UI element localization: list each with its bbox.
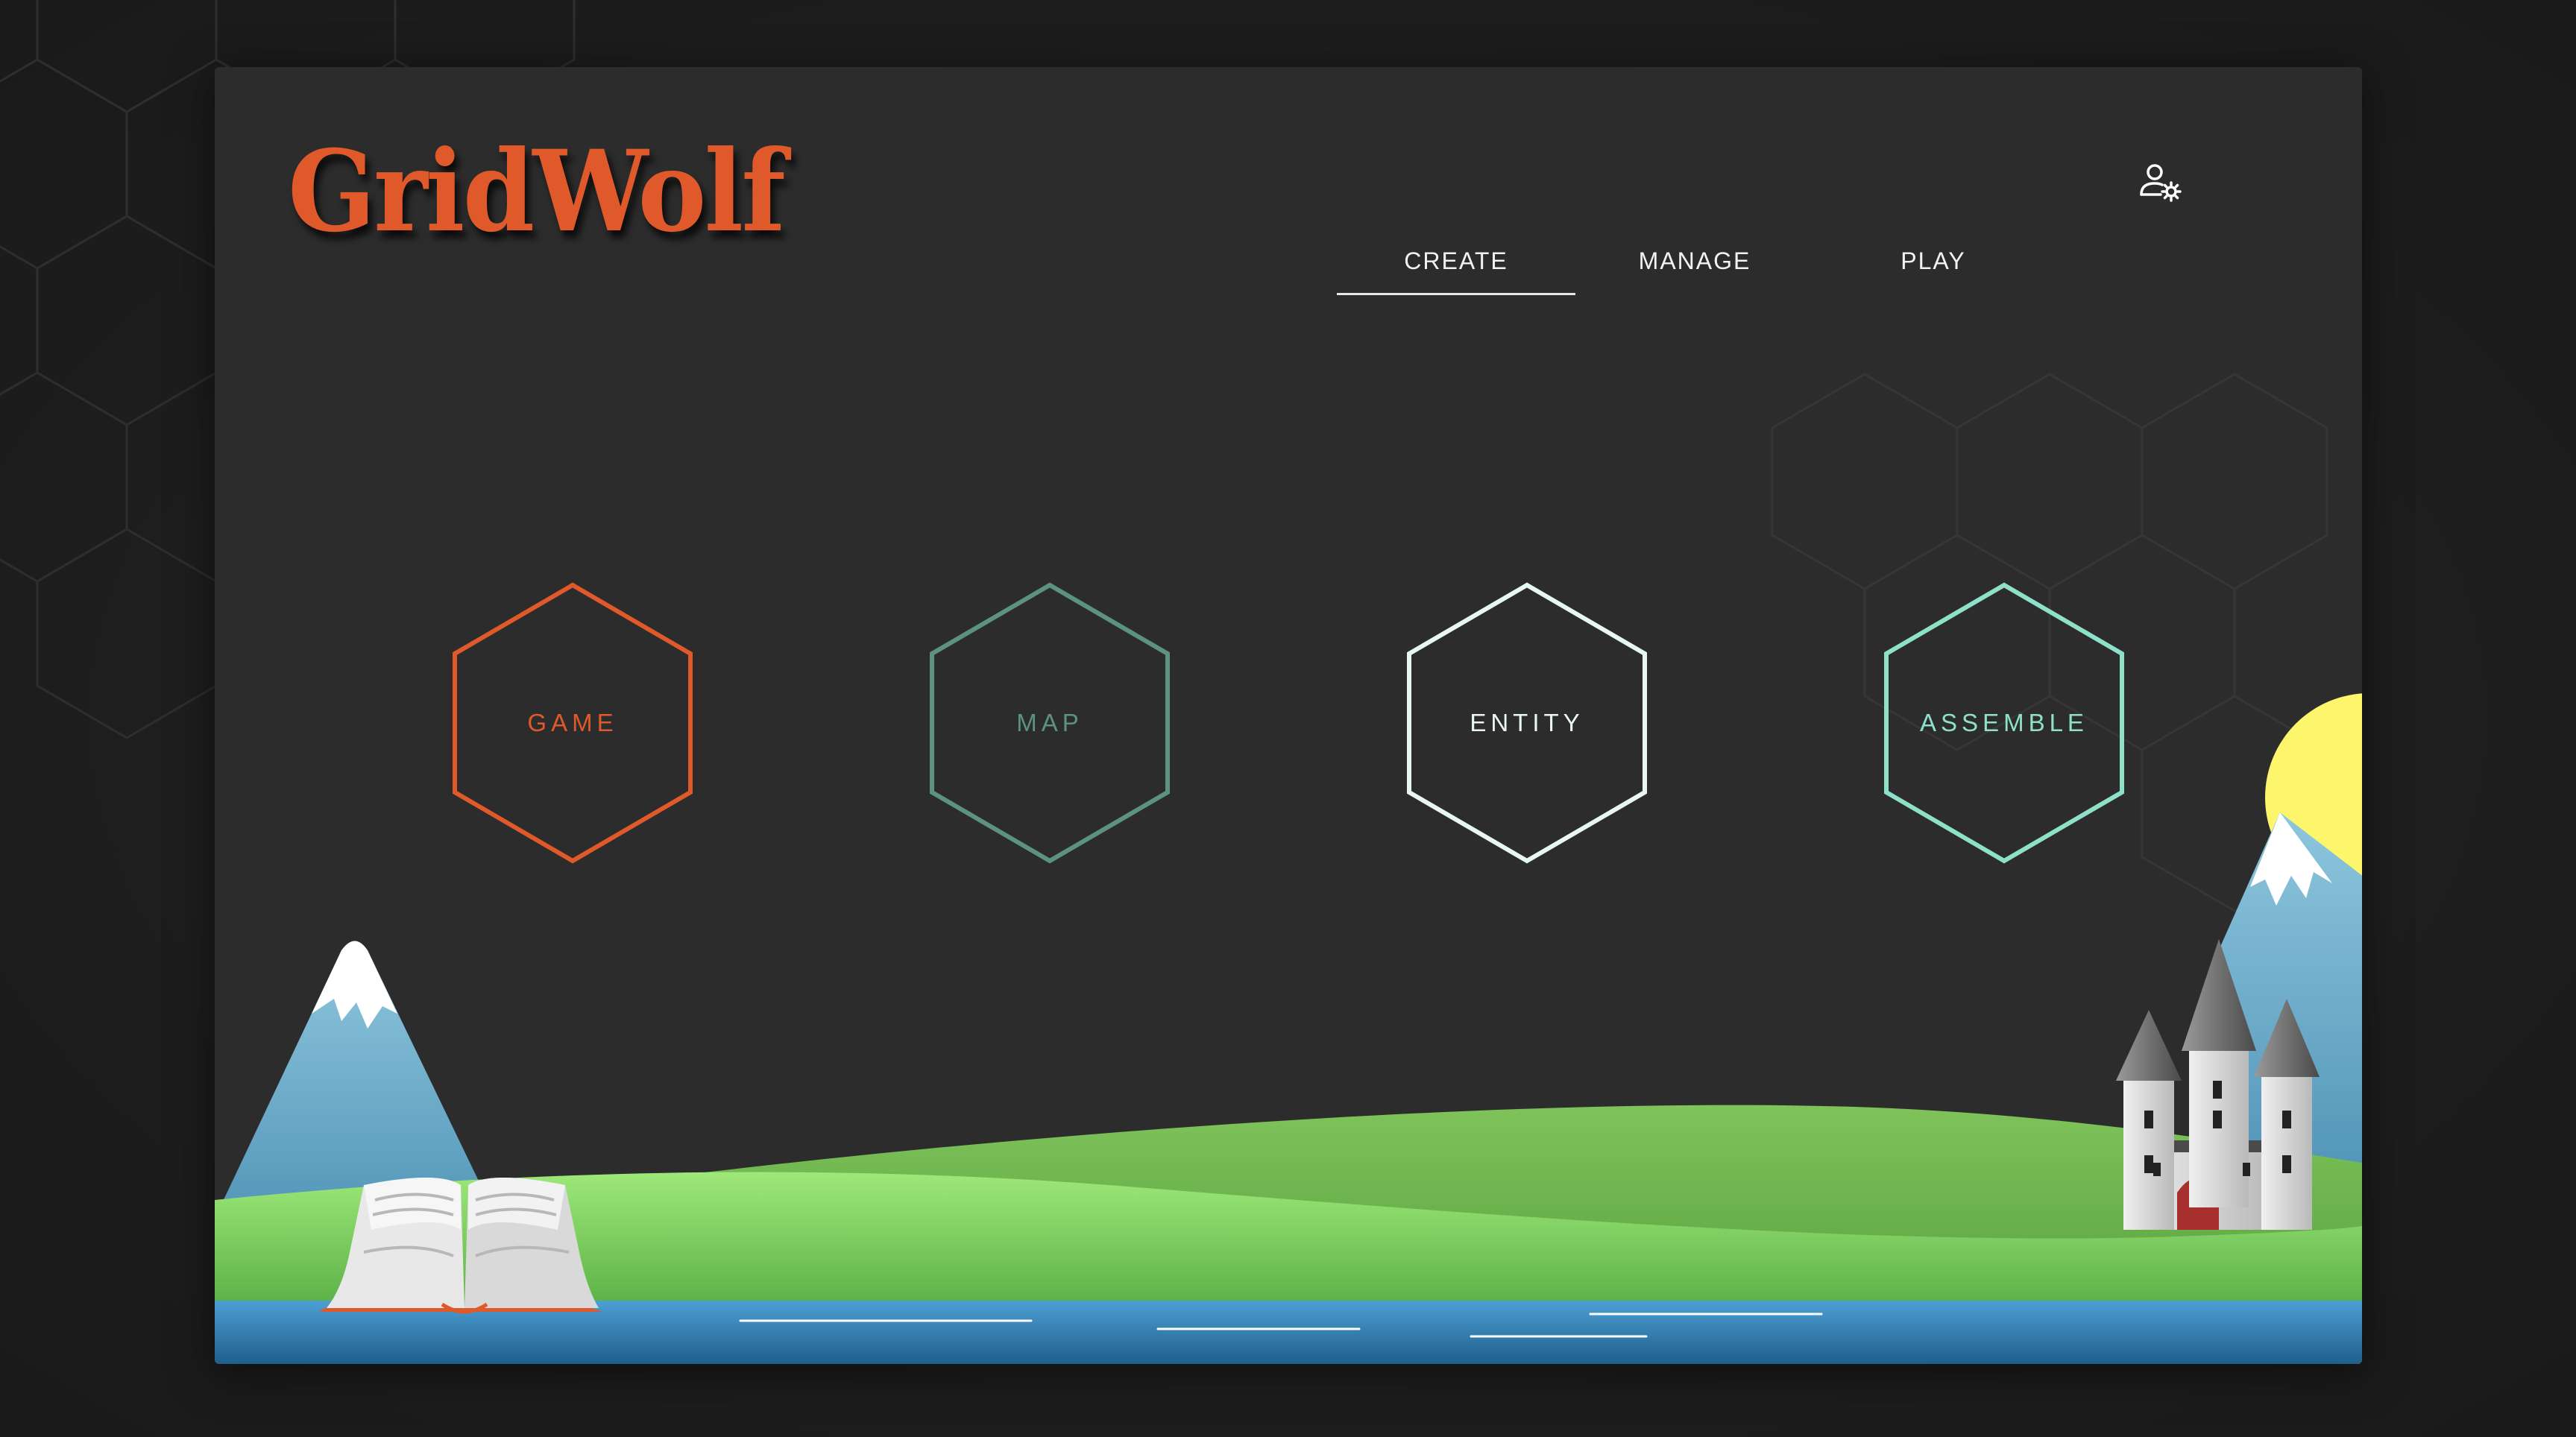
user-settings-button[interactable]: [2138, 160, 2185, 206]
map-label: MAP: [1016, 709, 1083, 736]
app-logo[interactable]: GridWolf: [288, 136, 786, 247]
assemble-button[interactable]: ASSEMBLE: [1881, 581, 2127, 865]
nav-tab-play[interactable]: PLAY: [1814, 224, 2053, 298]
user-settings-icon: [2140, 164, 2182, 202]
entity-label: ENTITY: [1470, 709, 1584, 736]
page-background: GridWolf CREATE MANAGE PLAY GAME MAP ENT…: [0, 0, 2576, 1437]
nav-tab-manage[interactable]: MANAGE: [1575, 224, 1814, 298]
create-game-button[interactable]: GAME: [450, 581, 696, 865]
nav-tab-create[interactable]: CREATE: [1337, 224, 1575, 298]
game-label: GAME: [527, 709, 618, 736]
create-entity-button[interactable]: ENTITY: [1404, 581, 1650, 865]
app-window: GridWolf CREATE MANAGE PLAY GAME MAP ENT…: [215, 67, 2362, 1364]
create-map-button[interactable]: MAP: [927, 581, 1173, 865]
assemble-label: ASSEMBLE: [1920, 709, 2088, 736]
